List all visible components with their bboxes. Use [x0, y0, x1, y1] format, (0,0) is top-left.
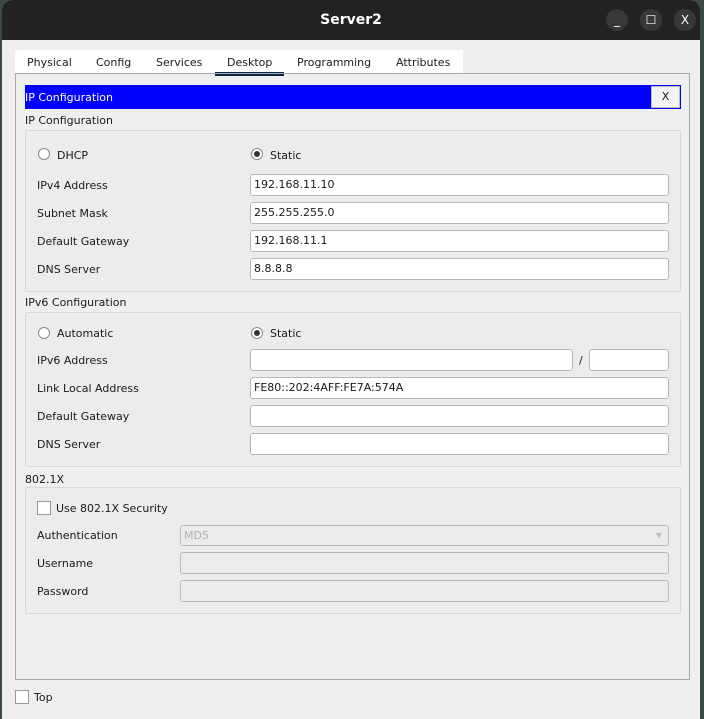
server2-window: Server2 _ ☐ X Physical Config Services D…	[2, 0, 700, 719]
top-label: Top	[34, 691, 53, 704]
tab-services[interactable]: Services	[156, 56, 202, 69]
tab-attributes[interactable]: Attributes	[396, 56, 450, 69]
ipv6-gateway-label: Default Gateway	[37, 410, 130, 423]
ipv6-automatic-radio[interactable]	[38, 327, 50, 339]
ipv6-config-heading: IPv6 Configuration	[25, 296, 127, 309]
subnet-mask-input[interactable]: 255.255.255.0	[250, 202, 669, 224]
tab-programming[interactable]: Programming	[297, 56, 371, 69]
authentication-select[interactable]: MD5 ▼	[180, 525, 669, 546]
app-title: IP Configuration	[25, 91, 113, 104]
use-8021x-checkbox[interactable]	[37, 501, 51, 515]
link-local-input[interactable]: FE80::202:4AFF:FE7A:574A	[250, 377, 669, 399]
close-button[interactable]: X	[674, 9, 696, 31]
dns-label: DNS Server	[37, 263, 101, 276]
ipv6-address-input[interactable]	[250, 349, 573, 371]
tab-config[interactable]: Config	[96, 56, 131, 69]
window-title: Server2	[320, 12, 382, 28]
dhcp-radio[interactable]	[38, 148, 50, 160]
minimize-button[interactable]: _	[606, 9, 628, 31]
maximize-button[interactable]: ☐	[640, 9, 662, 31]
password-input[interactable]	[180, 580, 669, 602]
ipv6-automatic-label: Automatic	[57, 327, 114, 340]
dhcp-label: DHCP	[57, 149, 89, 162]
app-title-bar: IP Configuration	[25, 85, 681, 109]
tab-desktop[interactable]: Desktop	[214, 56, 285, 76]
ipv4-input[interactable]: 192.168.11.10	[250, 174, 669, 196]
dns-server-input[interactable]: 8.8.8.8	[250, 258, 669, 280]
ipv6-dns-label: DNS Server	[37, 438, 101, 451]
tab-bar: Physical Config Services Desktop Program…	[15, 50, 463, 76]
default-gateway-input[interactable]: 192.168.11.1	[250, 230, 669, 252]
static-radio[interactable]	[251, 148, 263, 160]
top-checkbox[interactable]	[15, 690, 29, 704]
authentication-value: MD5	[184, 529, 209, 542]
link-local-label: Link Local Address	[37, 382, 139, 395]
ipv6-dns-input[interactable]	[250, 433, 669, 455]
title-bar: Server2 _ ☐ X	[2, 0, 700, 40]
ip-config-heading: IP Configuration	[25, 114, 113, 127]
use-8021x-label: Use 802.1X Security	[56, 502, 168, 515]
prefix-slash: /	[579, 354, 583, 367]
subnet-label: Subnet Mask	[37, 207, 108, 220]
app-close-button[interactable]: X	[651, 86, 680, 108]
chevron-down-icon: ▼	[655, 531, 662, 540]
tab-physical[interactable]: Physical	[27, 56, 72, 69]
dot1x-heading: 802.1X	[25, 473, 65, 486]
username-label: Username	[37, 557, 94, 570]
ipv6-prefix-input[interactable]	[589, 349, 669, 371]
static-label: Static	[270, 149, 302, 162]
password-label: Password	[37, 585, 89, 598]
ipv6-address-label: IPv6 Address	[37, 354, 108, 367]
username-input[interactable]	[180, 552, 669, 574]
ipv4-label: IPv4 Address	[37, 179, 108, 192]
ipv6-gateway-input[interactable]	[250, 405, 669, 427]
gateway-label: Default Gateway	[37, 235, 130, 248]
ipv6-static-label: Static	[270, 327, 302, 340]
ipv6-static-radio[interactable]	[251, 327, 263, 339]
authentication-label: Authentication	[37, 529, 118, 542]
